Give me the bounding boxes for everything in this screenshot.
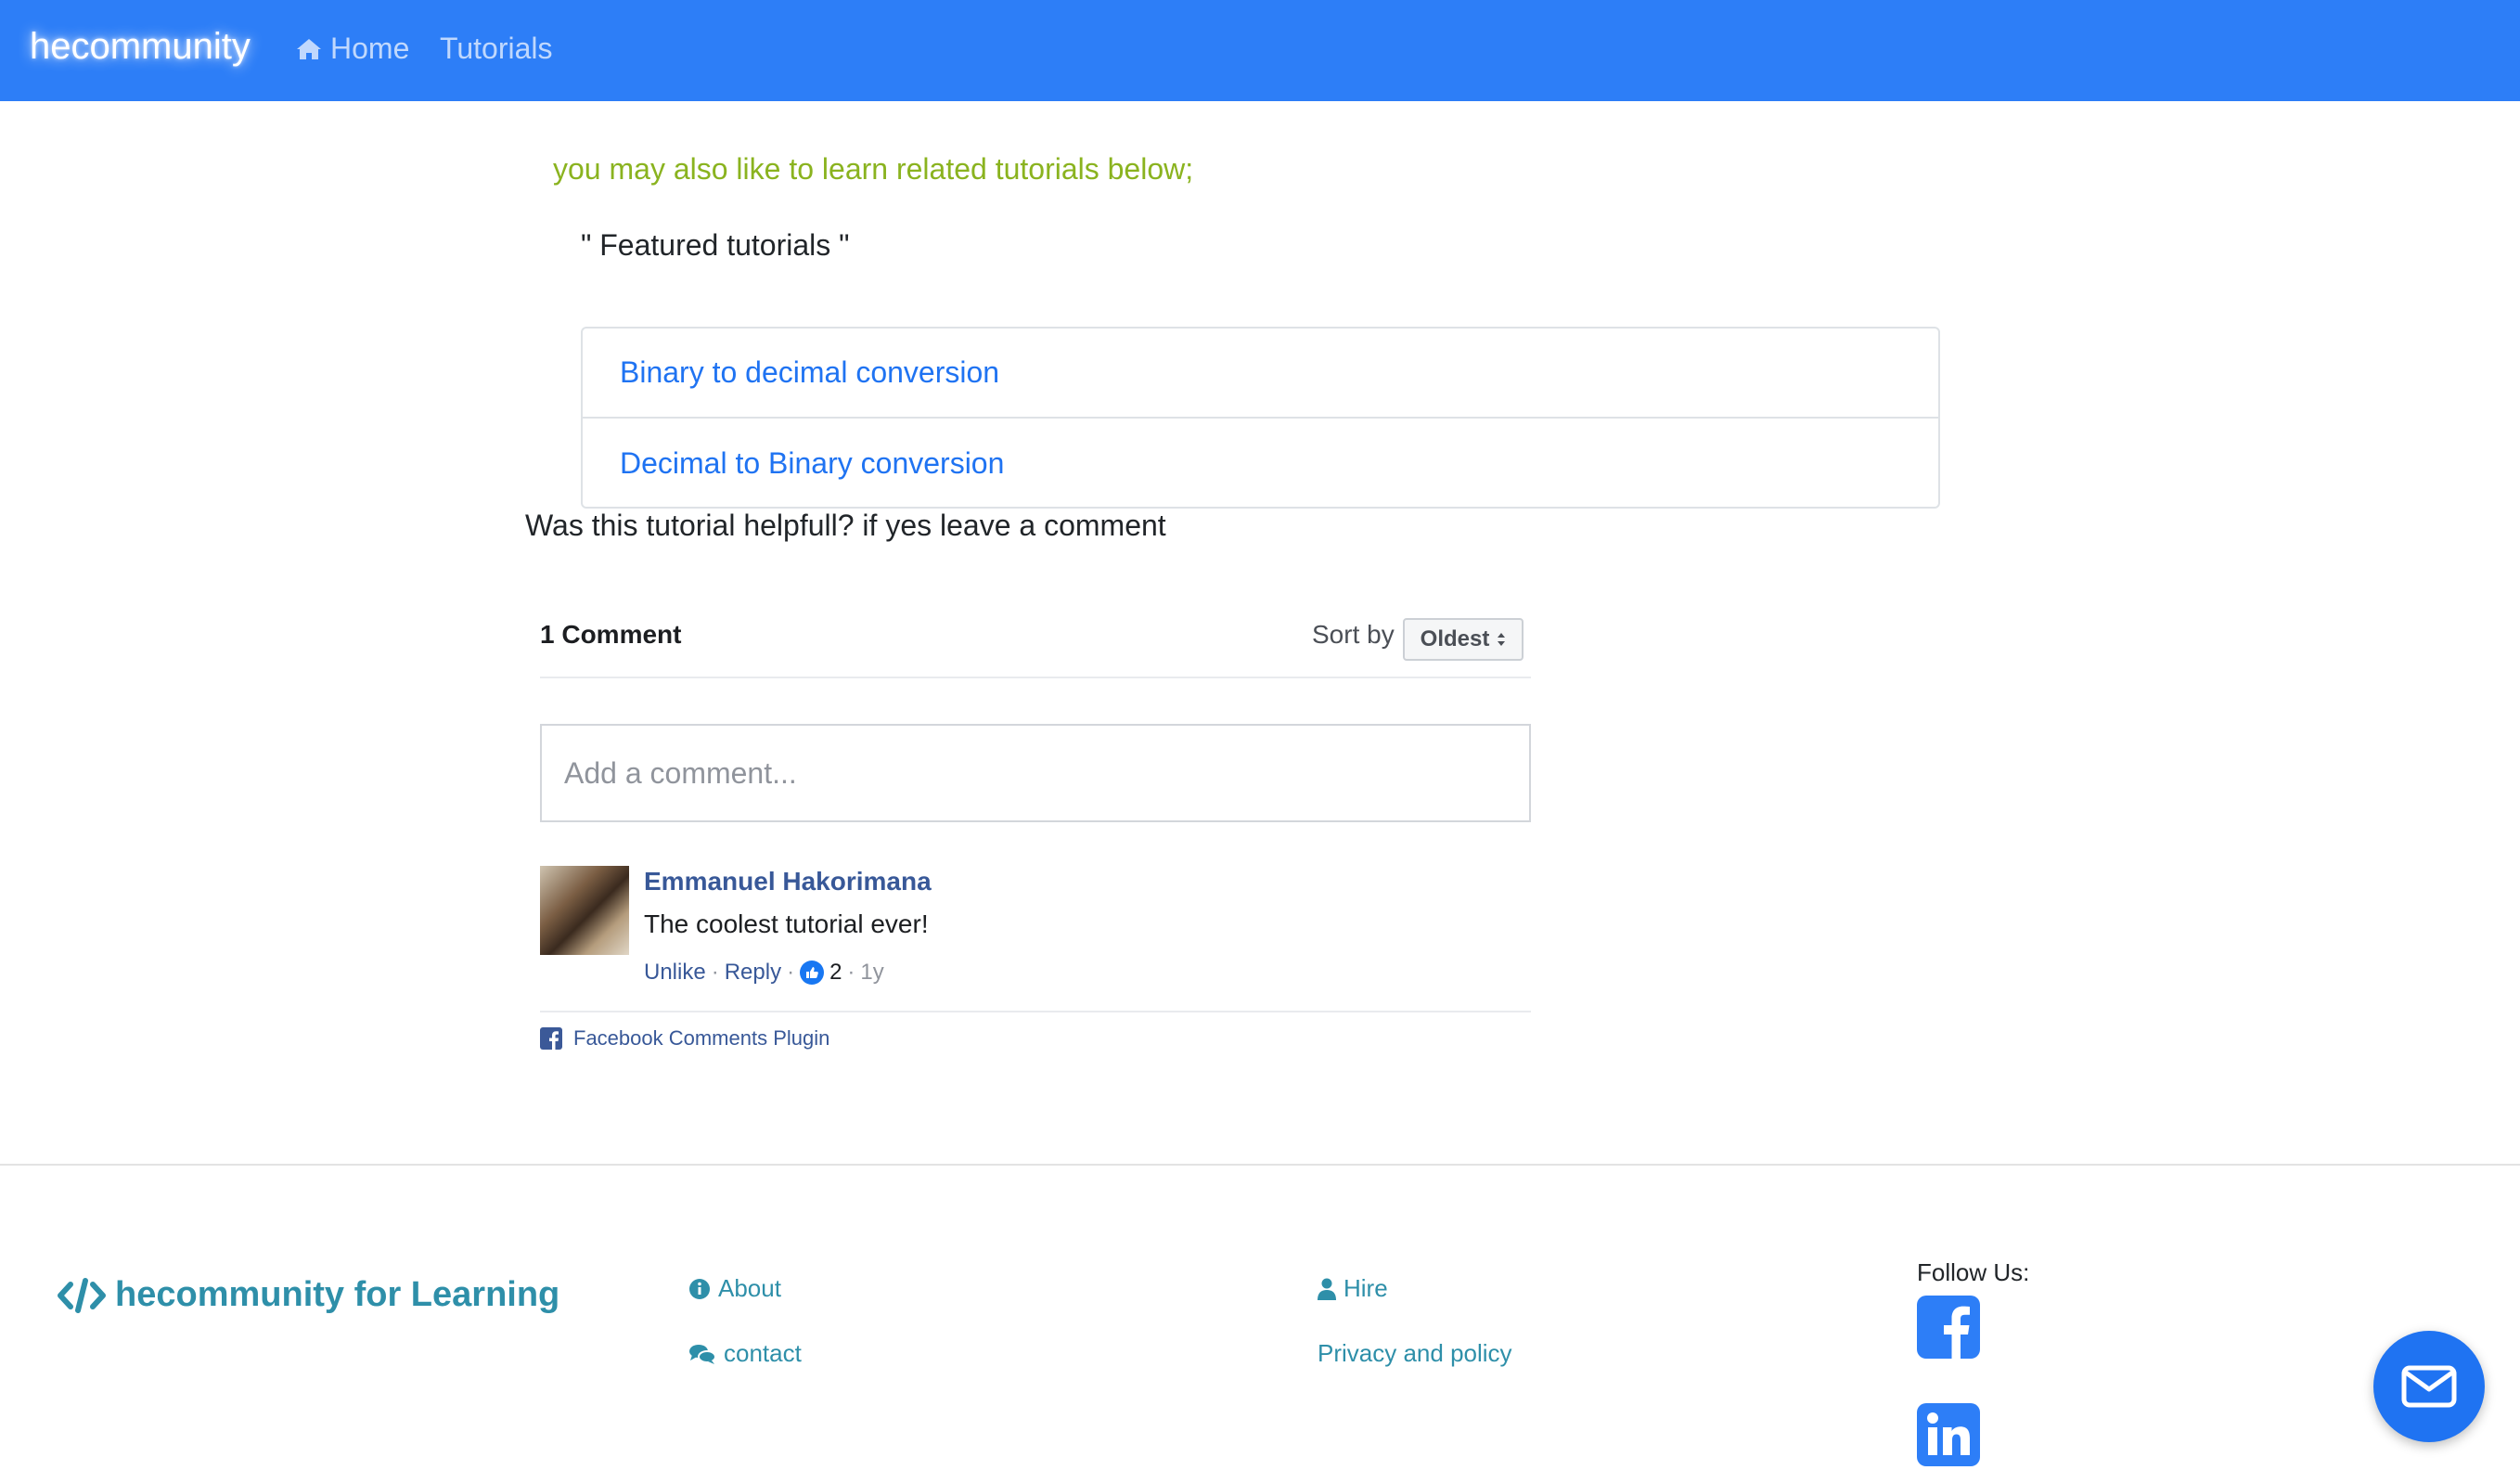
facebook-icon[interactable] [1917, 1296, 1980, 1359]
avatar[interactable] [540, 866, 629, 955]
facebook-comments-plugin-link[interactable]: Facebook Comments Plugin [540, 1026, 829, 1051]
nav-link-home-label: Home [330, 32, 410, 65]
separator-dot: · [711, 960, 719, 985]
comments-footer-divider [540, 1011, 1531, 1012]
footer-link-hire-label: Hire [1344, 1274, 1388, 1302]
envelope-icon [2401, 1365, 2457, 1408]
footer-brand-label: hecommunity for Learning [115, 1275, 560, 1314]
comment-text: The coolest tutorial ever! [644, 909, 929, 938]
footer-link-hire[interactable]: Hire [1318, 1274, 1388, 1303]
navbar-brand[interactable]: hecommunity [30, 26, 251, 68]
sort-label: Sort by [1312, 620, 1395, 649]
unlike-link[interactable]: Unlike [644, 960, 706, 986]
comment-author[interactable]: Emmanuel Hakorimana [644, 867, 932, 896]
footer-link-privacy[interactable]: Privacy and policy [1318, 1339, 1512, 1368]
comment-count: 1 Comment [540, 620, 682, 649]
related-tutorials-text: you may also like to learn related tutor… [553, 152, 1194, 186]
code-icon [58, 1277, 106, 1313]
sort-arrows-icon [1498, 633, 1506, 646]
like-icon [800, 961, 825, 985]
plugin-label: Facebook Comments Plugin [573, 1026, 830, 1050]
footer-brand[interactable]: hecommunity for Learning [58, 1275, 559, 1315]
featured-tutorials-heading: " Featured tutorials " [581, 228, 850, 262]
message-fab-button[interactable] [2373, 1331, 2485, 1442]
featured-tutorials-list: Binary to decimal conversion Decimal to … [581, 327, 1940, 509]
separator-dot: · [847, 960, 855, 985]
like-count: 2 [829, 960, 842, 985]
comments-icon [689, 1344, 716, 1364]
facebook-icon [540, 1027, 562, 1050]
home-icon [297, 38, 321, 59]
tutorial-link-decimal-to-binary[interactable]: Decimal to Binary conversion [583, 419, 1938, 509]
info-icon [689, 1278, 710, 1299]
follow-us-label: Follow Us: [1917, 1258, 2030, 1286]
comment-input[interactable]: Add a comment... [540, 724, 1531, 822]
helpful-prompt: Was this tutorial helpfull? if yes leave… [525, 509, 1166, 542]
footer-link-about-label: About [718, 1274, 781, 1302]
sort-select[interactable]: Oldest [1403, 618, 1524, 661]
comments-divider [540, 677, 1531, 678]
footer-divider [0, 1164, 2520, 1166]
comment-age[interactable]: 1y [860, 960, 883, 986]
sort-select-value: Oldest [1420, 626, 1490, 651]
reply-link[interactable]: Reply [725, 960, 781, 986]
linkedin-icon[interactable] [1917, 1403, 1980, 1466]
tutorial-link-binary-to-decimal[interactable]: Binary to decimal conversion [583, 329, 1938, 419]
nav-link-home[interactable]: Home [295, 32, 409, 66]
nav-link-tutorials[interactable]: Tutorials [440, 32, 553, 66]
footer-link-contact-label: contact [724, 1339, 802, 1367]
comment-actions: Unlike · Reply · 2 · 1y [644, 960, 884, 986]
footer-link-about[interactable]: About [688, 1274, 781, 1303]
user-icon [1318, 1278, 1336, 1300]
footer-link-contact[interactable]: contact [688, 1339, 802, 1368]
separator-dot: · [787, 960, 795, 985]
